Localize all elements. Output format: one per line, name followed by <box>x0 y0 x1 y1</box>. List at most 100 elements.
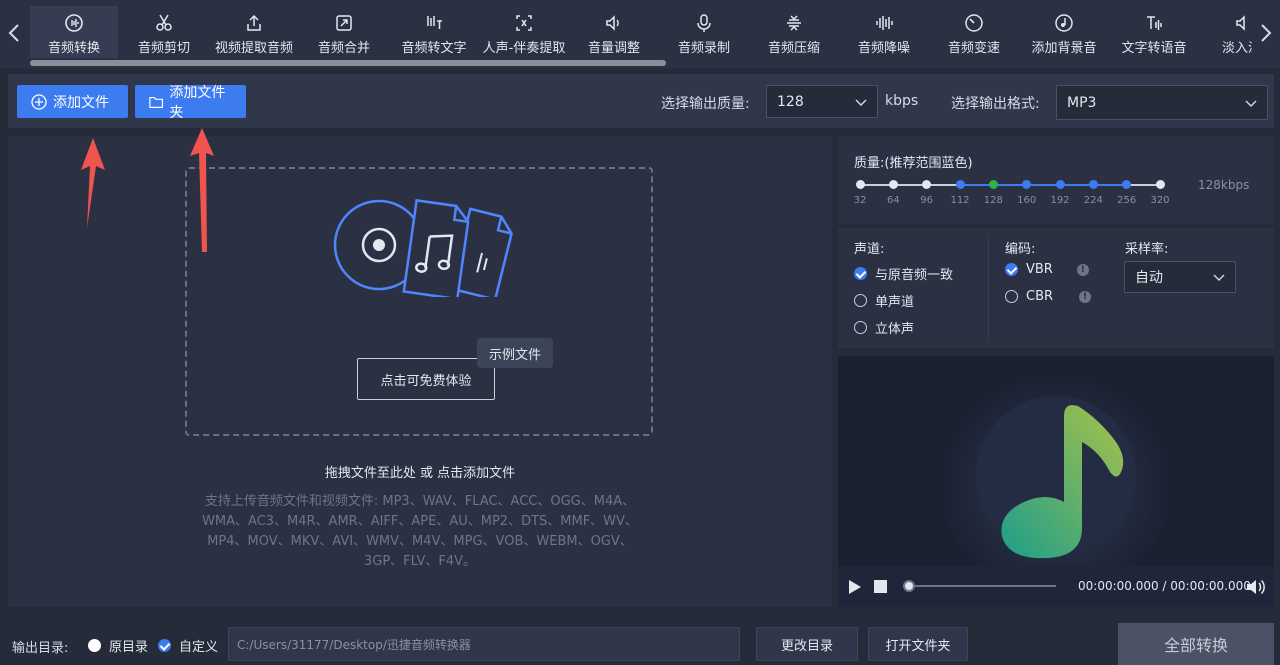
tab-audio-speed[interactable]: 音频变速 <box>930 6 1018 58</box>
volume-icon <box>606 15 619 31</box>
tab-label: 音频合并 <box>317 41 370 56</box>
quality-select-value: 128 <box>777 93 804 110</box>
output-radio-custom[interactable]: 自定义 <box>158 636 218 655</box>
quality-tick-label: 160 <box>1017 195 1037 206</box>
quality-recommended-range <box>960 184 1126 186</box>
chevron-down-icon <box>1245 100 1257 107</box>
file-drop-panel[interactable]: 点击可免费体验 示例文件 拖拽文件至此处 或 点击添加文件 支持上传音频文件和视… <box>8 128 832 607</box>
quality-tick-dot[interactable] <box>888 180 898 189</box>
quality-tick-dot[interactable] <box>1022 180 1032 189</box>
change-dir-button[interactable]: 更改目录 <box>756 627 858 661</box>
free-trial-button[interactable]: 点击可免费体验 <box>357 358 495 400</box>
tab-label: 音频降噪 <box>857 41 910 56</box>
dropzone[interactable]: 点击可免费体验 示例文件 <box>185 167 653 436</box>
music-disc-icon <box>1055 14 1073 32</box>
microphone-icon <box>697 14 711 32</box>
tab-label: 音量调整 <box>587 41 640 56</box>
speed-icon <box>965 14 983 32</box>
tab-text-to-speech[interactable]: 文字转语音 <box>1110 6 1198 58</box>
tab-audio-cut[interactable]: 音频剪切 <box>120 6 208 58</box>
quality-tick-dot[interactable] <box>1155 180 1165 189</box>
convert-all-button[interactable]: 全部转换 <box>1118 623 1274 665</box>
quality-tick-dot[interactable] <box>988 180 998 189</box>
tab-scrollbar[interactable] <box>30 60 666 66</box>
chevron-down-icon <box>1213 274 1225 281</box>
radio-checked-icon <box>158 639 171 652</box>
chevron-left-icon[interactable] <box>4 22 24 48</box>
tab-video-extract-audio[interactable]: 视频提取音频 <box>210 6 298 58</box>
play-icon[interactable] <box>848 579 862 595</box>
channel-title: 声道: <box>854 242 885 257</box>
tab-label: 添加背景音 <box>1031 41 1097 56</box>
toolbar: 添加文件 添加文件夹 选择输出质量: 128 kbps 选择输出格式: MP3 <box>8 74 1274 128</box>
stop-icon[interactable] <box>874 580 887 593</box>
radio-icon <box>854 294 867 307</box>
tab-label: 音频录制 <box>677 41 730 56</box>
tab-fade[interactable]: 淡入淡 <box>1200 6 1252 58</box>
quality-tick-dot[interactable] <box>855 180 865 189</box>
open-folder-button[interactable]: 打开文件夹 <box>868 627 968 661</box>
scissors-icon <box>156 14 172 31</box>
vocal-extract-icon <box>516 15 532 31</box>
quality-tick-label: 224 <box>1083 195 1103 206</box>
samplerate-select[interactable]: 自动 <box>1124 261 1236 293</box>
tab-audio-to-text[interactable]: 音频转文字 <box>390 6 478 58</box>
channel-radio-mono[interactable]: 单声道 <box>854 291 914 310</box>
chevron-right-icon[interactable] <box>1256 22 1276 48</box>
tab-volume-adjust[interactable]: 音量调整 <box>570 6 658 58</box>
tab-vocal-extract[interactable]: 人声-伴奏提取 <box>480 6 568 58</box>
quality-label: 选择输出质量: <box>661 96 750 112</box>
speech-to-text-icon <box>427 16 442 29</box>
speaker-icon[interactable] <box>1246 578 1266 596</box>
seek-bar[interactable] <box>908 585 1056 587</box>
tab-audio-merge[interactable]: 音频合并 <box>300 6 388 58</box>
tab-label: 视频提取音频 <box>214 41 293 56</box>
denoise-icon <box>876 16 893 30</box>
radio-label: 原目录 <box>109 640 149 655</box>
quality-tick-dot[interactable] <box>922 180 932 189</box>
quality-tick-dot[interactable] <box>1055 180 1065 189</box>
fade-icon <box>1236 15 1245 31</box>
supported-formats-text: 支持上传音频文件和视频文件: MP3、WAV、FLAC、ACC、OGG、M4A、… <box>202 494 638 569</box>
tab-label: 人声-伴奏提取 <box>482 41 566 56</box>
quality-select[interactable]: 128 <box>766 85 878 118</box>
divider <box>988 238 989 338</box>
tab-label: 音频转文字 <box>401 41 467 56</box>
tab-audio-compress[interactable]: 音频压缩 <box>750 6 838 58</box>
output-dir-label: 输出目录: <box>12 641 69 656</box>
quality-tick-label: 192 <box>1050 195 1070 206</box>
radio-icon <box>854 321 867 334</box>
encoding-radio-cbr[interactable]: CBR ! <box>1005 289 1092 304</box>
tab-label: 淡入淡 <box>1222 41 1252 56</box>
playback-time: 00:00:00.000 / 00:00:00.000 <box>1078 579 1251 593</box>
output-radio-original[interactable]: 原目录 <box>88 636 148 655</box>
encoding-title: 编码: <box>1005 242 1036 257</box>
tab-audio-convert[interactable]: 音频转换 <box>30 6 118 58</box>
quality-unit: kbps <box>885 93 919 109</box>
radio-label: CBR <box>1026 289 1054 304</box>
quality-tick-dot[interactable] <box>955 180 965 189</box>
info-icon[interactable]: ! <box>1079 290 1092 303</box>
add-file-button[interactable]: 添加文件 <box>17 85 128 118</box>
quality-tick-label: 128 <box>983 195 1003 206</box>
tab-audio-denoise[interactable]: 音频降噪 <box>840 6 928 58</box>
channel-radio-original[interactable]: 与原音频一致 <box>854 264 953 283</box>
audio-convert-icon <box>65 14 83 32</box>
add-folder-button[interactable]: 添加文件夹 <box>135 85 246 121</box>
text-to-speech-icon <box>1147 16 1162 30</box>
samplerate-title: 采样率: <box>1125 242 1169 257</box>
sample-file-badge[interactable]: 示例文件 <box>477 338 553 368</box>
radio-label: VBR <box>1026 262 1053 277</box>
tab-add-background[interactable]: 添加背景音 <box>1020 6 1108 58</box>
info-icon[interactable]: ! <box>1076 263 1089 276</box>
channel-radio-stereo[interactable]: 立体声 <box>854 318 914 337</box>
quality-tick-dot[interactable] <box>1088 180 1098 189</box>
seek-handle[interactable] <box>903 580 915 592</box>
output-path-input[interactable]: C:/Users/31177/Desktop/迅捷音频转换器 <box>228 627 740 661</box>
upload-icon <box>247 14 261 31</box>
tab-audio-record[interactable]: 音频录制 <box>660 6 748 58</box>
tab-label: 文字转语音 <box>1121 41 1187 56</box>
quality-tick-dot[interactable] <box>1122 180 1132 189</box>
encoding-radio-vbr[interactable]: VBR ! <box>1005 262 1089 277</box>
format-select[interactable]: MP3 <box>1056 85 1268 120</box>
